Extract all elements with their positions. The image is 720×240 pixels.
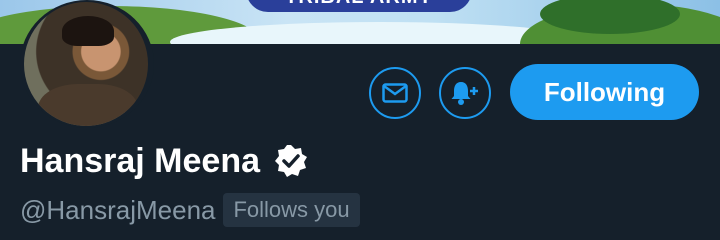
handle: @HansrajMeena — [20, 194, 216, 225]
banner-title: TRIBAL ARMY — [246, 0, 472, 12]
profile-handle-row: @HansrajMeena Follows you — [20, 192, 360, 228]
display-name: Hansraj Meena — [20, 141, 260, 180]
message-button[interactable] — [369, 67, 421, 119]
avatar-hair — [62, 16, 114, 46]
profile-name-row: Hansraj Meena — [20, 140, 308, 182]
avatar-photo — [24, 2, 148, 126]
avatar-jacket — [38, 84, 138, 126]
following-button[interactable]: Following — [510, 64, 699, 120]
verified-badge-icon — [275, 145, 307, 177]
envelope-icon — [382, 83, 408, 103]
avatar[interactable] — [20, 0, 154, 128]
bell-plus-icon — [451, 82, 478, 105]
notify-button[interactable] — [439, 67, 491, 119]
follows-you-badge: Follows you — [223, 193, 360, 227]
